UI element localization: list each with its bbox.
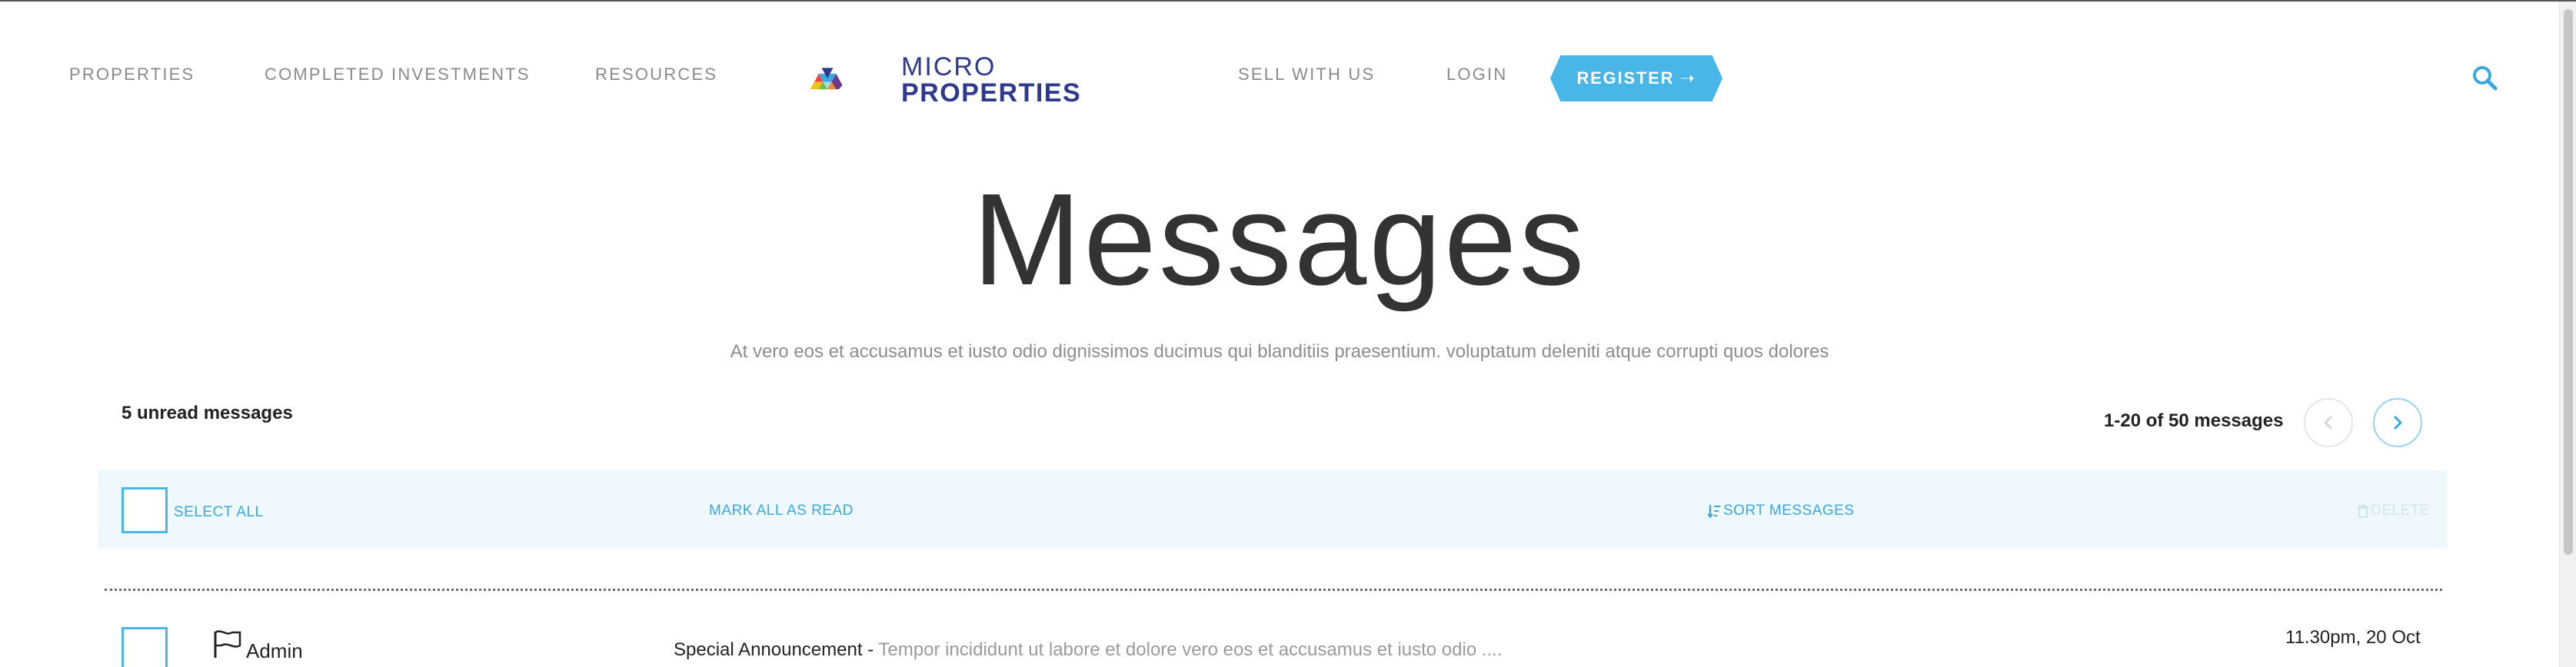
messages-toolbar: SELECT ALL MARK ALL AS READ SORT MESSAGE… — [98, 470, 2447, 549]
previous-page-button[interactable] — [2304, 398, 2353, 447]
message-preview: Tempor incididunt ut labore et dolore ve… — [878, 639, 1503, 660]
list-divider — [105, 589, 2442, 591]
register-button[interactable]: REGISTER ➝ — [1550, 55, 1722, 101]
nav-resources[interactable]: RESOURCES — [595, 65, 717, 85]
trash-icon — [2358, 504, 2368, 518]
scrollbar-thumb[interactable] — [2564, 9, 2573, 555]
nav-properties[interactable]: PROPERTIES — [69, 65, 195, 85]
sort-icon — [1707, 505, 1720, 519]
page-scrollbar[interactable] — [2559, 2, 2576, 667]
logo-line1: MICRO — [901, 52, 997, 81]
unread-count: 5 unread messages — [121, 403, 293, 423]
nav-sell-with-us[interactable]: SELL WITH US — [1238, 65, 1375, 85]
delete-link[interactable]: DELETE — [2358, 503, 2430, 519]
message-subject-line[interactable]: Special Announcement - Tempor incididunt… — [674, 639, 1503, 661]
chevron-left-icon — [2324, 416, 2332, 430]
select-all-checkbox[interactable] — [121, 487, 168, 533]
nav-login[interactable]: LOGIN — [1446, 65, 1507, 85]
message-subject: Special Announcement - — [674, 639, 879, 660]
search-icon[interactable] — [2471, 65, 2498, 91]
message-sender: Admin — [246, 639, 303, 662]
flag-icon[interactable] — [212, 629, 243, 659]
message-time: 11.30pm, 20 Oct — [2285, 627, 2421, 648]
delete-label: DELETE — [2371, 503, 2430, 519]
chevron-right-icon — [2394, 416, 2402, 430]
sort-messages-link[interactable]: SORT MESSAGES — [1707, 503, 1855, 519]
window-top-border — [0, 0, 2576, 2]
page-title: Messages — [972, 167, 1587, 313]
sort-messages-label: SORT MESSAGES — [1723, 503, 1855, 519]
logo-mark — [810, 68, 843, 90]
logo-line2: PROPERTIES — [901, 78, 1082, 108]
select-all-link[interactable]: SELECT ALL — [174, 504, 264, 521]
mark-all-read-link[interactable]: MARK ALL AS READ — [709, 503, 854, 519]
logo-wordmark: MICRO PROPERTIES — [901, 54, 1081, 106]
message-checkbox[interactable] — [121, 627, 168, 667]
page-subtitle: At vero eos et accusamus et iusto odio d… — [730, 341, 1829, 362]
next-page-button[interactable] — [2373, 398, 2422, 447]
pagination-range: 1-20 of 50 messages — [2104, 410, 2284, 431]
nav-completed-investments[interactable]: COMPLETED INVESTMENTS — [265, 65, 531, 85]
